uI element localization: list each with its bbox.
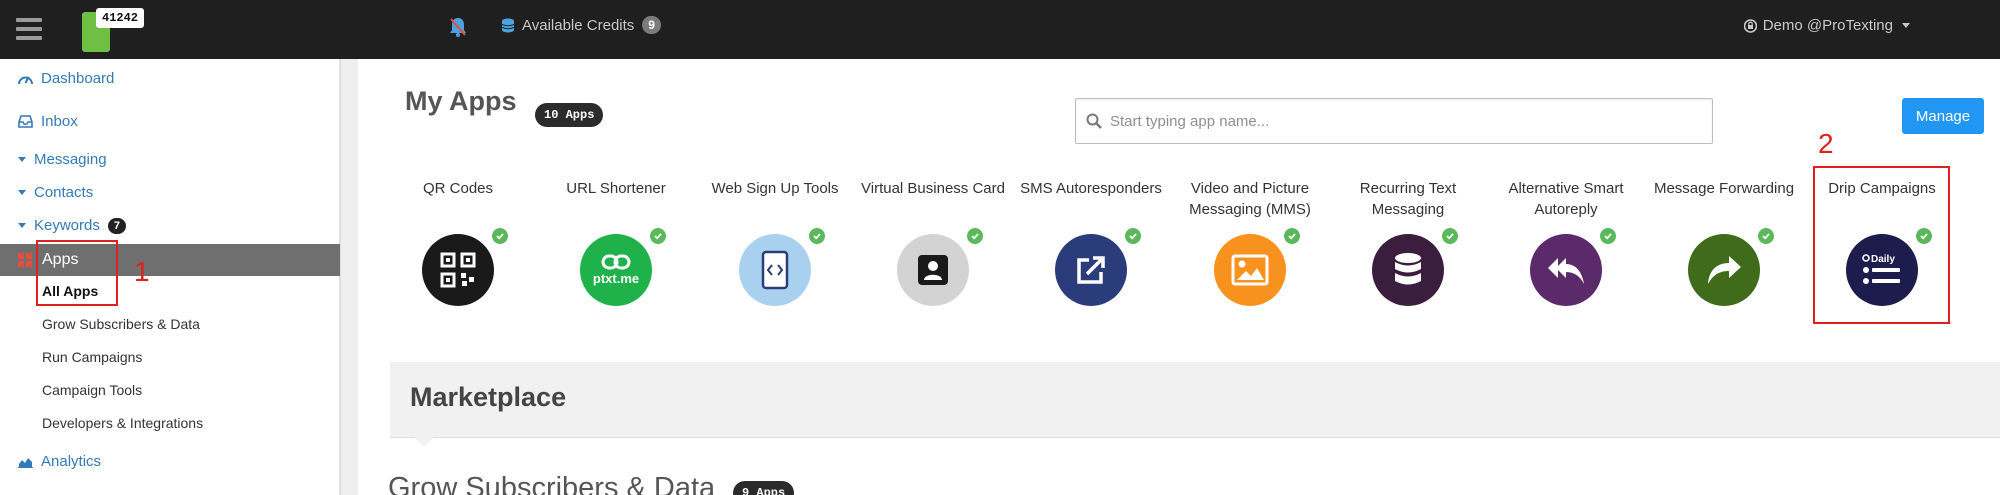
sidebar-item-analytics[interactable]: Analytics [18, 453, 101, 470]
app-tile-mms[interactable]: Video and Picture Messaging (MMS) [1175, 178, 1325, 306]
apps-grid-icon [18, 253, 32, 267]
search-icon [1086, 113, 1102, 129]
app-label: URL Shortener [566, 180, 666, 197]
drip-icon-text: Daily [1871, 254, 1895, 265]
database-icon [1372, 228, 1458, 306]
marketplace-header: Marketplace [390, 362, 2000, 447]
app-icon-text: ptxt.me [592, 271, 640, 286]
caret-down-icon [18, 190, 26, 195]
user-lock-icon [1743, 18, 1757, 33]
app-tile-web-sign-up-tools[interactable]: Web Sign Up Tools [700, 178, 850, 306]
app-tile-alternative-smart-autoreply[interactable]: Alternative Smart Autoreply [1491, 178, 1641, 306]
app-label: Web Sign Up Tools [711, 180, 839, 197]
chevron-down-icon [1902, 23, 1910, 28]
sidebar-label-inbox: Inbox [41, 113, 78, 130]
area-chart-icon [18, 457, 33, 468]
sidebar-subitem-developers[interactable]: Developers & Integrations [42, 415, 203, 431]
inbox-icon [18, 115, 33, 128]
top-navbar: 41242 Available Credits 9 Demo @ProTexti… [0, 0, 2000, 59]
annotation-number-1: 1 [134, 256, 150, 287]
sidebar-label-contacts: Contacts [34, 184, 94, 201]
app-tile-recurring-text-messaging[interactable]: Recurring Text Messaging [1333, 178, 1483, 306]
sidebar-item-dashboard[interactable]: Dashboard [18, 70, 114, 87]
app-label: QR Codes [422, 180, 494, 197]
sidebar-label-analytics: Analytics [41, 453, 102, 470]
app-tile-sms-autoresponders[interactable]: SMS Autoresponders [1016, 178, 1166, 306]
app-search-box[interactable] [1075, 98, 1713, 144]
annotation-box-1 [36, 240, 118, 306]
credits-count-badge: 9 [642, 16, 661, 34]
notification-count-badge: 41242 [96, 8, 145, 28]
database-icon [502, 18, 514, 32]
sidebar-label-keywords: Keywords [34, 217, 100, 234]
qr-code-icon [422, 228, 508, 306]
app-tile-message-forwarding[interactable]: Message Forwarding [1649, 178, 1799, 306]
contact-card-icon [897, 228, 983, 306]
app-tile-qr-codes[interactable]: QR Codes [383, 178, 533, 306]
drip-list-icon: Daily [1846, 228, 1932, 306]
sidebar-label-dashboard: Dashboard [41, 70, 115, 87]
user-name: Demo @ProTexting [1762, 17, 1893, 34]
apps-count-badge: 10 Apps [535, 103, 604, 127]
manage-button[interactable]: Manage [1902, 98, 1984, 134]
app-label: Video and Picture Messaging (MMS) [1189, 180, 1311, 218]
installed-check-icon [1916, 228, 1932, 244]
installed-check-icon [967, 228, 983, 244]
caret-down-icon [18, 157, 26, 162]
caret-down-icon [18, 223, 26, 228]
installed-check-icon [1758, 228, 1774, 244]
installed-check-icon [1284, 228, 1300, 244]
app-label: SMS Autoresponders [1020, 180, 1162, 197]
app-label: Recurring Text Messaging [1359, 180, 1457, 218]
sidebar-label-messaging: Messaging [34, 151, 107, 168]
section-count-badge: 9 Apps [733, 481, 795, 495]
sidebar-subitem-campaign-tools[interactable]: Campaign Tools [42, 382, 142, 398]
sidebar-subitem-grow-subscribers[interactable]: Grow Subscribers & Data [42, 316, 200, 332]
installed-check-icon [1600, 228, 1616, 244]
image-icon [1214, 228, 1300, 306]
link-icon: ptxt.me [580, 228, 666, 306]
share-icon [1688, 228, 1774, 306]
protexting-logo[interactable]: 41242 [82, 8, 145, 52]
sidebar-item-keywords[interactable]: Keywords 7 [18, 217, 126, 234]
installed-check-icon [1442, 228, 1458, 244]
code-icon [739, 228, 825, 306]
sidebar-gutter [340, 59, 358, 495]
annotation-number-2: 2 [1818, 128, 1834, 159]
app-search-input[interactable] [1110, 112, 1670, 130]
app-label: Alternative Smart Autoreply [1508, 180, 1624, 218]
marketplace-title: Marketplace [410, 382, 567, 412]
section-title: Grow Subscribers & Data [388, 472, 716, 495]
dashboard-gauge-icon [18, 76, 33, 85]
app-tile-url-shortener[interactable]: URL Shortener ptxt.me [541, 178, 691, 306]
page-title: My Apps [405, 86, 517, 116]
installed-check-icon [1125, 228, 1141, 244]
app-tile-drip-campaigns[interactable]: Drip Campaigns Daily [1807, 178, 1957, 306]
app-label: Drip Campaigns [1828, 180, 1936, 197]
user-menu[interactable]: Demo @ProTexting [1743, 17, 1910, 34]
installed-check-icon [492, 228, 508, 244]
installed-check-icon [809, 228, 825, 244]
credits-label: Available Credits [522, 16, 635, 34]
keywords-count-badge: 7 [107, 217, 126, 234]
available-credits[interactable]: Available Credits 9 [502, 16, 661, 34]
installed-check-icon [650, 228, 666, 244]
app-label: Virtual Business Card [861, 180, 1005, 197]
notification-bell-icon[interactable] [448, 16, 468, 38]
app-tile-virtual-business-card[interactable]: Virtual Business Card [858, 178, 1008, 306]
external-link-icon [1055, 228, 1141, 306]
marketplace-notch [414, 437, 434, 447]
hamburger-menu-icon[interactable] [16, 18, 42, 40]
sidebar-item-messaging[interactable]: Messaging [18, 151, 107, 168]
reply-all-icon [1530, 228, 1616, 306]
sidebar-subitem-run-campaigns[interactable]: Run Campaigns [42, 349, 142, 365]
sidebar-item-contacts[interactable]: Contacts [18, 184, 93, 201]
app-label: Message Forwarding [1653, 180, 1795, 197]
sidebar-item-inbox[interactable]: Inbox [18, 113, 78, 130]
